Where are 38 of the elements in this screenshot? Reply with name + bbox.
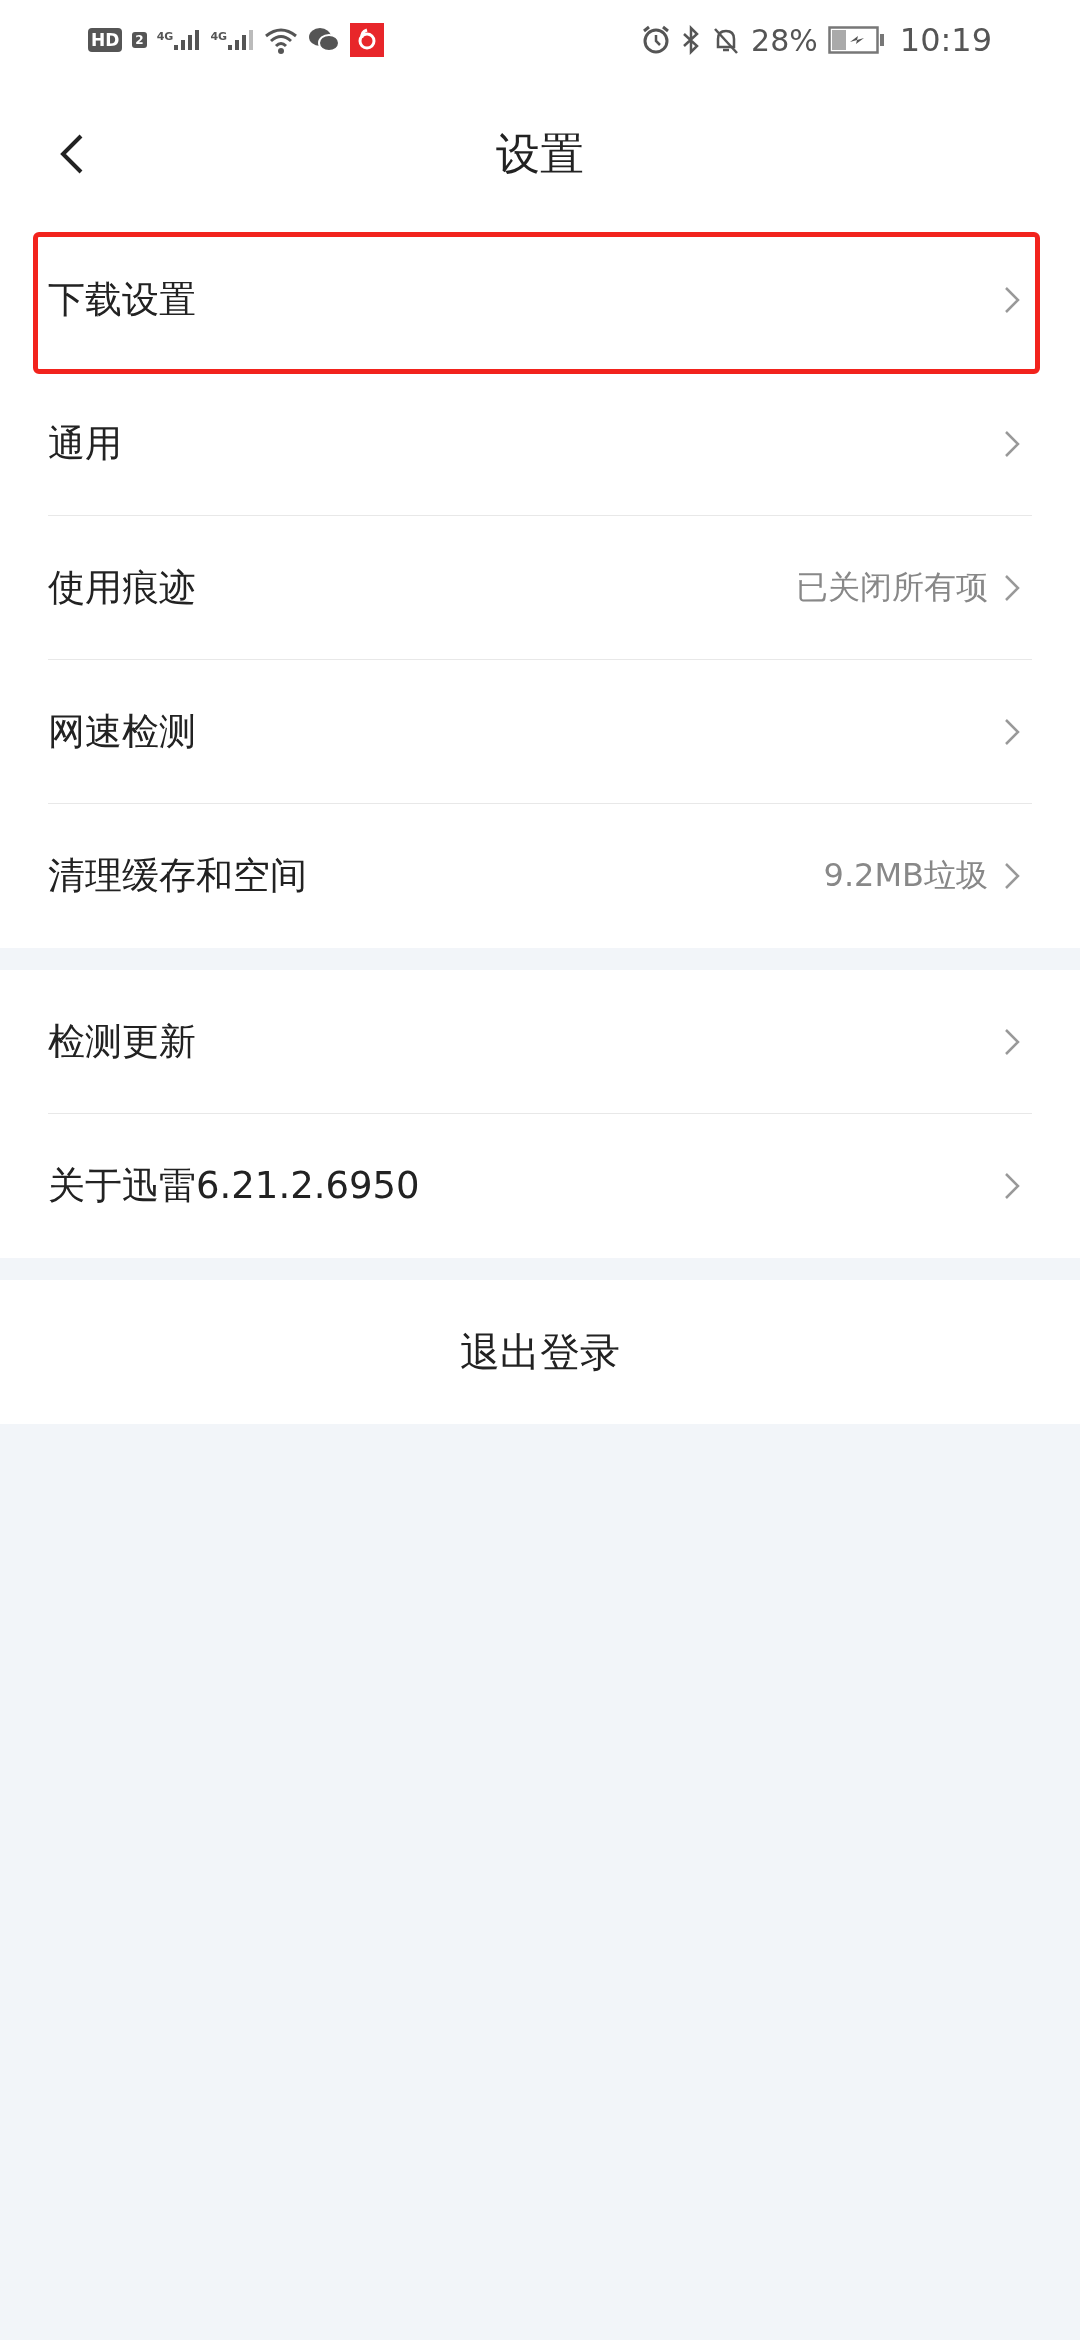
settings-row[interactable]: 网速检测: [0, 660, 1080, 804]
row-label: 下载设置: [48, 277, 197, 323]
row-label: 网速检测: [48, 709, 197, 755]
row-label: 清理缓存和空间: [48, 853, 308, 899]
battery-icon: [827, 26, 884, 54]
row-label: 关于迅雷6.21.2.6950: [48, 1163, 421, 1209]
row-label: 使用痕迹: [48, 565, 197, 611]
network-label: 4G: [210, 30, 228, 43]
chevron-icon: [1004, 862, 1020, 890]
signal-icon: [174, 30, 201, 50]
row-label: 通用: [48, 421, 123, 467]
signal-icon: [228, 30, 255, 50]
settings-row[interactable]: 检测更新: [0, 970, 1080, 1114]
chevron-icon: [1004, 718, 1020, 746]
settings-row[interactable]: 清理缓存和空间 9.2MB垃圾: [0, 804, 1080, 948]
row-label: 检测更新: [48, 1019, 197, 1065]
chevron-icon: [1004, 1172, 1020, 1200]
alarm-icon: [641, 25, 672, 55]
chevron-icon: [1004, 574, 1020, 602]
settings-row[interactable]: 通用: [0, 372, 1080, 516]
settings-row[interactable]: 使用痕迹 已关闭所有项: [0, 516, 1080, 660]
hd-badge: HD: [88, 28, 123, 52]
page-title: 设置: [496, 126, 584, 181]
settings-row[interactable]: 下载设置: [0, 228, 1080, 372]
row-value: 已关闭所有项: [796, 567, 988, 608]
network-label: 4G: [156, 30, 174, 43]
sim-label: 2: [132, 32, 147, 48]
chevron-icon: [1004, 286, 1020, 314]
chevron-icon: [1004, 430, 1020, 458]
chevron-icon: [1004, 1028, 1020, 1056]
row-value: 9.2MB垃圾: [823, 855, 988, 896]
music-app-icon: [350, 23, 385, 57]
clock-time: 10:19: [899, 21, 992, 59]
wifi-icon: [264, 26, 299, 54]
battery-percent: 28%: [751, 22, 818, 58]
back-icon[interactable]: [60, 134, 84, 174]
settings-row[interactable]: 关于迅雷6.21.2.6950: [0, 1114, 1080, 1258]
logout-button[interactable]: 退出登录: [0, 1280, 1080, 1424]
